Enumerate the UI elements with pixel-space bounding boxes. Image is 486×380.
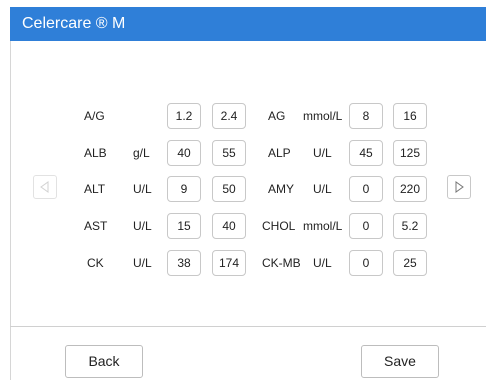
save-button[interactable]: Save — [361, 345, 439, 378]
low-limit-field[interactable]: 45 — [349, 140, 383, 166]
param-row-ag-ratio: A/G 1.2 2.4 AG mmol/L 8 16 — [0, 99, 486, 133]
param-name: AG — [268, 109, 286, 123]
low-limit-field[interactable]: 8 — [349, 103, 383, 129]
window-title: Celercare ® M — [10, 7, 486, 41]
low-limit-field[interactable]: 0 — [349, 213, 383, 239]
back-button[interactable]: Back — [65, 345, 143, 378]
param-row-ast: AST U/L 15 40 CHOL mmol/L 0 5.2 — [0, 209, 486, 243]
low-limit-field[interactable]: 38 — [167, 250, 201, 276]
high-limit-field[interactable]: 220 — [393, 176, 427, 202]
high-limit-field[interactable]: 174 — [212, 250, 246, 276]
param-unit: U/L — [133, 256, 152, 270]
low-limit-field[interactable]: 40 — [167, 140, 201, 166]
param-name: AST — [84, 219, 108, 233]
param-name: CK — [87, 256, 104, 270]
param-name: AMY — [268, 182, 295, 196]
high-limit-field[interactable]: 55 — [212, 140, 246, 166]
param-unit: mmol/L — [303, 109, 343, 123]
param-row-alb: ALB g/L 40 55 ALP U/L 45 125 — [0, 136, 486, 170]
param-unit: U/L — [313, 146, 332, 160]
param-name: A/G — [84, 109, 105, 123]
footer-divider — [10, 326, 486, 327]
high-limit-field[interactable]: 16 — [393, 103, 427, 129]
low-limit-field[interactable]: 0 — [349, 250, 383, 276]
param-unit: U/L — [313, 256, 332, 270]
param-name: CHOL — [262, 219, 296, 233]
param-unit: U/L — [133, 182, 152, 196]
param-name: ALP — [268, 146, 291, 160]
param-name: CK-MB — [262, 256, 301, 270]
low-limit-field[interactable]: 0 — [349, 176, 383, 202]
param-row-alt: ALT U/L 9 50 AMY U/L 0 220 — [0, 172, 486, 206]
param-unit: g/L — [133, 146, 150, 160]
high-limit-field[interactable]: 5.2 — [393, 213, 427, 239]
param-unit: U/L — [133, 219, 152, 233]
param-unit: mmol/L — [303, 219, 343, 233]
high-limit-field[interactable]: 125 — [393, 140, 427, 166]
high-limit-field[interactable]: 50 — [212, 176, 246, 202]
param-unit: U/L — [313, 182, 332, 196]
low-limit-field[interactable]: 15 — [167, 213, 201, 239]
param-name: ALT — [84, 182, 106, 196]
param-name: ALB — [84, 146, 107, 160]
param-row-ck: CK U/L 38 174 CK-MB U/L 0 25 — [0, 246, 486, 280]
high-limit-field[interactable]: 2.4 — [212, 103, 246, 129]
low-limit-field[interactable]: 9 — [167, 176, 201, 202]
high-limit-field[interactable]: 25 — [393, 250, 427, 276]
low-limit-field[interactable]: 1.2 — [167, 103, 201, 129]
high-limit-field[interactable]: 40 — [212, 213, 246, 239]
